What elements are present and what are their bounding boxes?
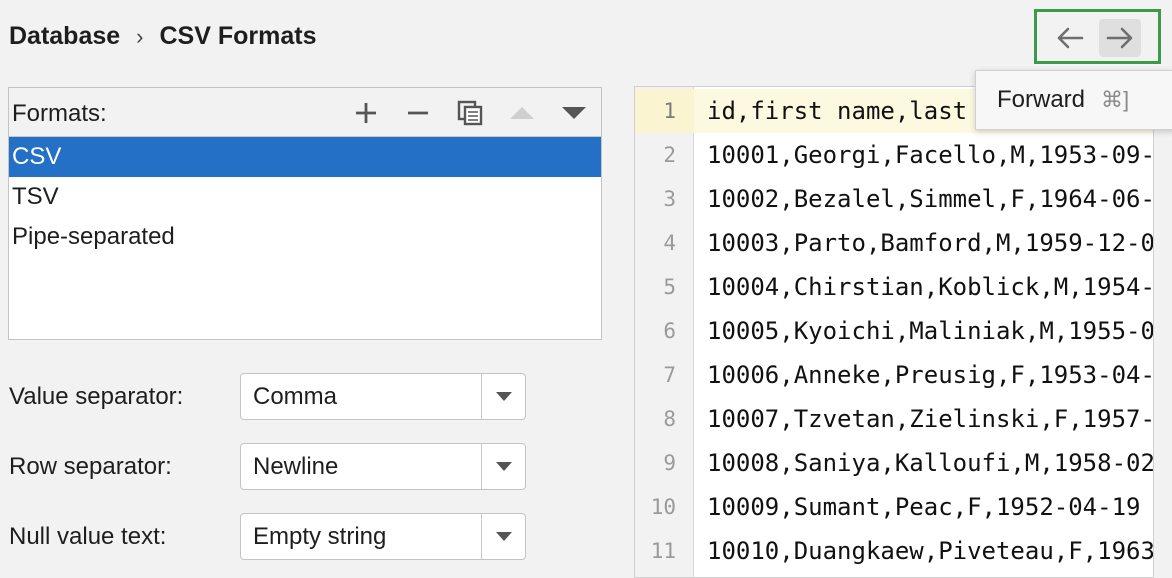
- list-item-csv[interactable]: CSV: [9, 137, 601, 177]
- line-text: 10007,Tzvetan,Zielinski,F,1957-05-23: [707, 405, 1154, 433]
- line-number: 10: [650, 495, 676, 519]
- line-text: 10004,Chirstian,Koblick,M,1954-05-01: [707, 273, 1154, 301]
- editor-line[interactable]: 9 10008,Saniya,Kalloufi,M,1958-02-19: [635, 441, 1154, 485]
- copy-icon: [457, 100, 483, 126]
- line-number: 9: [663, 451, 676, 475]
- breadcrumb-separator: ›: [136, 23, 144, 49]
- editor-line[interactable]: 10 10009,Sumant,Peac,F,1952-04-19: [635, 485, 1153, 529]
- line-text: 10003,Parto,Bamford,M,1959-12-03: [707, 229, 1154, 257]
- tooltip-label: Forward: [997, 86, 1086, 113]
- formats-list: CSV TSV Pipe-separated: [9, 137, 601, 257]
- line-text: 10009,Sumant,Peac,F,1952-04-19: [707, 493, 1141, 521]
- move-down-button[interactable]: [557, 96, 591, 130]
- add-button[interactable]: [349, 96, 383, 130]
- line-text: 10010,Duangkaew,Piveteau,F,1963-06-01: [707, 537, 1154, 565]
- line-number: 1: [635, 89, 694, 133]
- line-number: 7: [663, 363, 676, 387]
- chevron-down-icon[interactable]: [482, 514, 525, 559]
- line-number: 4: [663, 231, 676, 255]
- editor-line[interactable]: 7 10006,Anneke,Preusig,F,1953-04-20: [635, 353, 1154, 397]
- move-down-icon: [562, 107, 586, 119]
- tooltip-shortcut: ⌘]: [1101, 87, 1130, 112]
- move-up-icon: [510, 107, 534, 119]
- line-text: 10002,Bezalel,Simmel,F,1964-06-02: [707, 185, 1154, 213]
- editor-line[interactable]: 4 10003,Parto,Bamford,M,1959-12-03: [635, 221, 1154, 265]
- line-number: 2: [663, 143, 676, 167]
- arrow-left-icon: [1057, 27, 1084, 49]
- preview-editor[interactable]: 1id,first name,last name,gender,birth da…: [634, 86, 1154, 578]
- remove-button[interactable]: [401, 96, 435, 130]
- navigation-highlight: [1034, 9, 1161, 64]
- list-item-pipe-separated[interactable]: Pipe-separated: [9, 217, 601, 257]
- copy-button[interactable]: [453, 96, 487, 130]
- forward-button[interactable]: [1099, 19, 1141, 57]
- add-icon: [356, 103, 376, 123]
- editor-line[interactable]: 2 10001,Georgi,Facello,M,1953-09-02: [635, 133, 1154, 177]
- line-text: 10001,Georgi,Facello,M,1953-09-02: [707, 141, 1154, 169]
- null-value-text-value: Empty string: [253, 523, 387, 550]
- line-number: 8: [663, 407, 676, 431]
- line-text: 10008,Saniya,Kalloufi,M,1958-02-19: [707, 449, 1154, 477]
- breadcrumb-parent[interactable]: Database: [9, 22, 120, 51]
- line-text: 10005,Kyoichi,Maliniak,M,1955-01-21: [707, 317, 1154, 345]
- value-separator-value: Comma: [253, 383, 338, 410]
- line-number: 6: [663, 319, 676, 343]
- arrow-right-icon: [1106, 27, 1133, 49]
- null-value-text-label: Null value text:: [9, 523, 167, 550]
- null-value-text-select[interactable]: Empty string: [240, 513, 526, 560]
- forward-tooltip: Forward ⌘]: [975, 70, 1172, 130]
- line-number: 5: [663, 275, 676, 299]
- formats-panel: Formats: CSV TSV Pipe-separated: [8, 87, 602, 340]
- back-button[interactable]: [1049, 19, 1091, 57]
- chevron-down-icon[interactable]: [482, 444, 525, 489]
- page-title: CSV Formats: [159, 22, 317, 50]
- remove-icon: [408, 111, 428, 115]
- list-item-tsv[interactable]: TSV: [9, 177, 601, 217]
- row-separator-value: Newline: [253, 453, 339, 480]
- value-separator-select[interactable]: Comma: [240, 373, 526, 420]
- formats-toolbar: Formats:: [9, 88, 601, 137]
- editor-line[interactable]: 8 10007,Tzvetan,Zielinski,F,1957-05-23: [635, 397, 1154, 441]
- chevron-down-icon[interactable]: [482, 374, 525, 419]
- line-text: 10006,Anneke,Preusig,F,1953-04-20: [707, 361, 1154, 389]
- move-up-button[interactable]: [505, 96, 539, 130]
- editor-line[interactable]: 11 10010,Duangkaew,Piveteau,F,1963-06-01: [635, 529, 1154, 573]
- editor-line[interactable]: 3 10002,Bezalel,Simmel,F,1964-06-02: [635, 177, 1154, 221]
- breadcrumb: Database › CSV Formats: [9, 22, 316, 51]
- row-separator-label: Row separator:: [9, 453, 172, 480]
- line-number: 3: [663, 187, 676, 211]
- editor-line[interactable]: 5 10004,Chirstian,Koblick,M,1954-05-01: [635, 265, 1154, 309]
- row-separator-select[interactable]: Newline: [240, 443, 526, 490]
- editor-line[interactable]: 6 10005,Kyoichi,Maliniak,M,1955-01-21: [635, 309, 1154, 353]
- formats-title: Formats:: [12, 100, 107, 127]
- value-separator-label: Value separator:: [9, 383, 184, 410]
- line-number: 11: [650, 539, 676, 563]
